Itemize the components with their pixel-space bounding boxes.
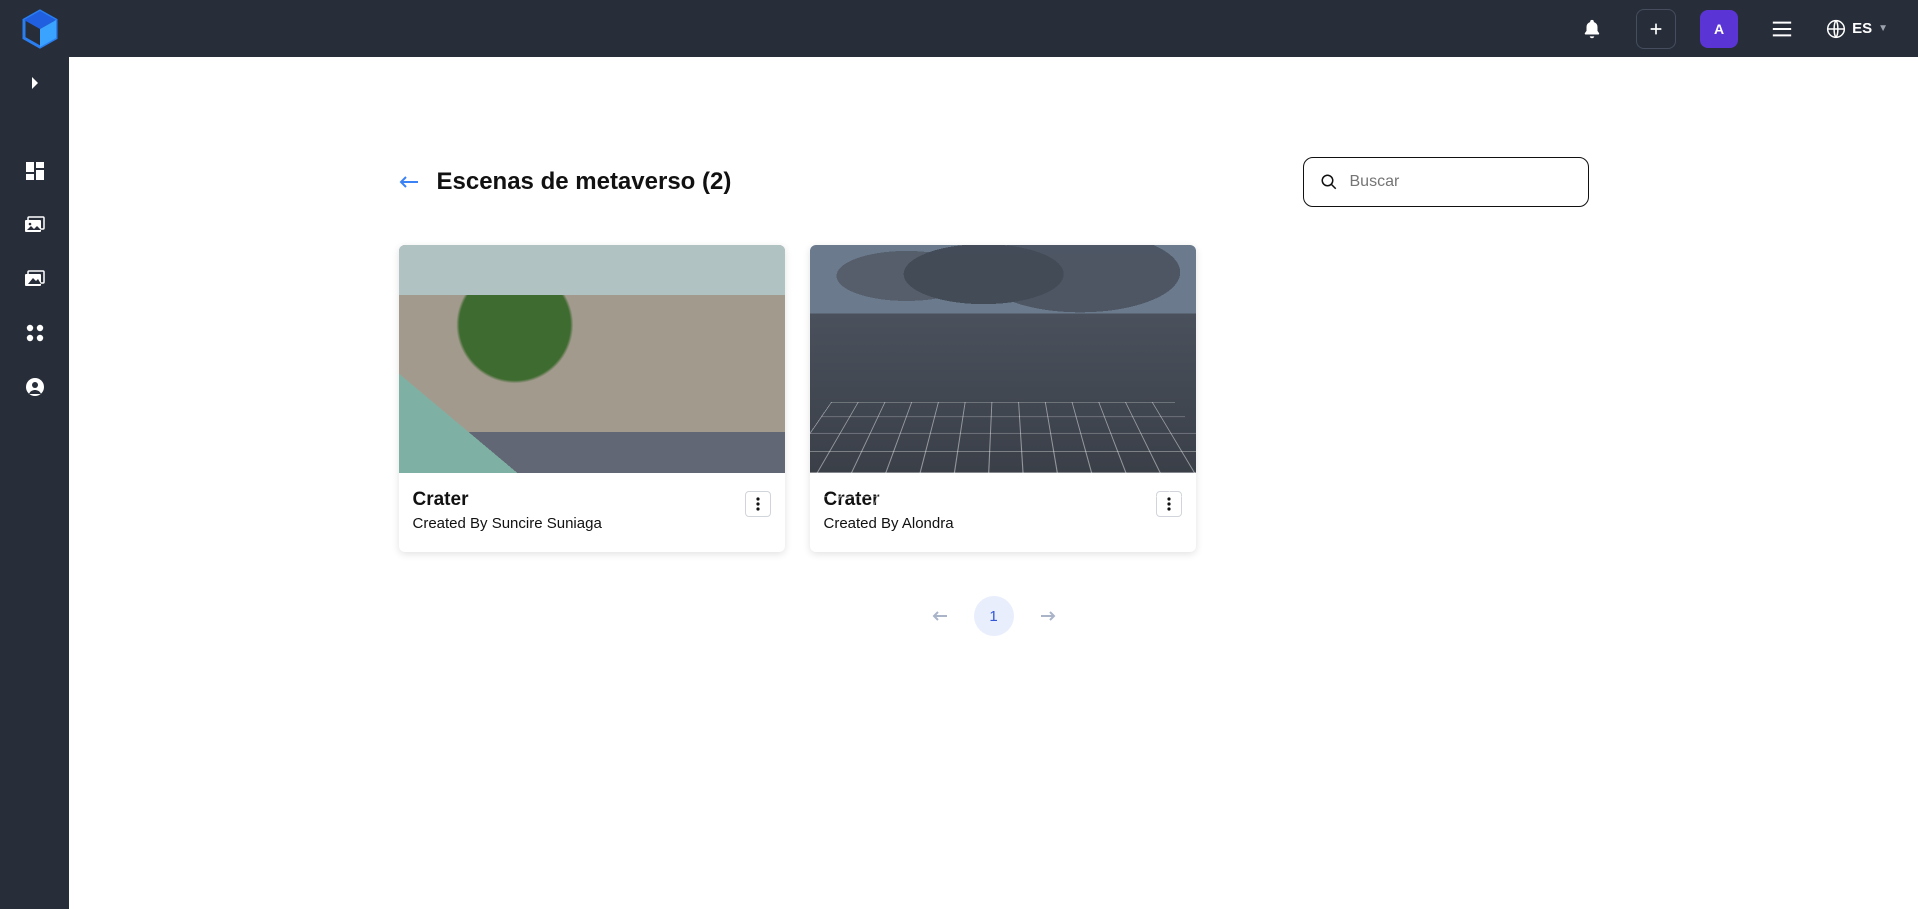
left-sidebar xyxy=(0,57,69,909)
scene-card[interactable]: Crater Created By Alondra xyxy=(810,245,1196,552)
top-header: A ES ▼ xyxy=(0,0,1918,57)
sidebar-dashboard[interactable] xyxy=(15,159,55,183)
arrow-right-icon xyxy=(1040,610,1056,622)
cards-grid: Crater Created By Suncire Suniaga Crater… xyxy=(399,245,1589,552)
page-number: 1 xyxy=(989,608,997,625)
arrow-left-icon xyxy=(399,175,419,189)
language-selector[interactable]: ES ▼ xyxy=(1826,19,1888,39)
sidebar-images[interactable] xyxy=(15,267,55,291)
bell-icon xyxy=(1581,18,1603,40)
menu-button[interactable] xyxy=(1762,9,1802,49)
sidebar-account[interactable] xyxy=(15,375,55,399)
chevron-right-icon xyxy=(30,76,40,90)
card-subtitle: Created By Alondra xyxy=(824,515,954,532)
card-title: Crater xyxy=(413,489,602,511)
search-input[interactable] xyxy=(1348,172,1572,192)
apps-icon xyxy=(26,324,44,342)
hamburger-icon xyxy=(1771,20,1793,38)
scene-thumbnail xyxy=(399,245,785,473)
page-next[interactable] xyxy=(1040,610,1056,622)
account-icon xyxy=(26,378,44,396)
page-prev[interactable] xyxy=(932,610,948,622)
collections-icon xyxy=(25,216,45,234)
arrow-left-icon xyxy=(932,610,948,622)
card-subtitle: Created By Suncire Suniaga xyxy=(413,515,602,532)
scene-card[interactable]: Crater Created By Suncire Suniaga xyxy=(399,245,785,552)
header-actions: A ES ▼ xyxy=(1572,9,1888,49)
images-icon xyxy=(25,270,45,288)
add-button[interactable] xyxy=(1636,9,1676,49)
back-button[interactable] xyxy=(399,172,419,192)
page-title: Escenas de metaverso (2) xyxy=(437,168,732,196)
title-row: Escenas de metaverso (2) xyxy=(399,157,1589,207)
more-vertical-icon xyxy=(756,497,760,511)
search-box[interactable] xyxy=(1303,157,1589,207)
search-icon xyxy=(1320,173,1338,191)
pagination: 1 xyxy=(399,596,1589,636)
user-avatar[interactable]: A xyxy=(1700,10,1738,48)
scene-thumbnail xyxy=(810,245,1196,473)
card-body: Crater Created By Suncire Suniaga xyxy=(399,473,785,552)
avatar-initial: A xyxy=(1714,21,1724,37)
notifications-button[interactable] xyxy=(1572,9,1612,49)
globe-icon xyxy=(1826,19,1846,39)
language-code: ES xyxy=(1852,20,1872,37)
card-more-button[interactable] xyxy=(745,491,771,517)
sidebar-expand[interactable] xyxy=(15,71,55,95)
main-content: Escenas de metaverso (2) Crater Created … xyxy=(69,57,1918,909)
plus-icon xyxy=(1648,21,1664,37)
page-current[interactable]: 1 xyxy=(974,596,1014,636)
dashboard-icon xyxy=(26,162,44,180)
dropdown-caret-icon: ▼ xyxy=(1878,23,1888,34)
app-logo[interactable] xyxy=(20,9,60,49)
sidebar-apps[interactable] xyxy=(15,321,55,345)
sidebar-collections[interactable] xyxy=(15,213,55,237)
